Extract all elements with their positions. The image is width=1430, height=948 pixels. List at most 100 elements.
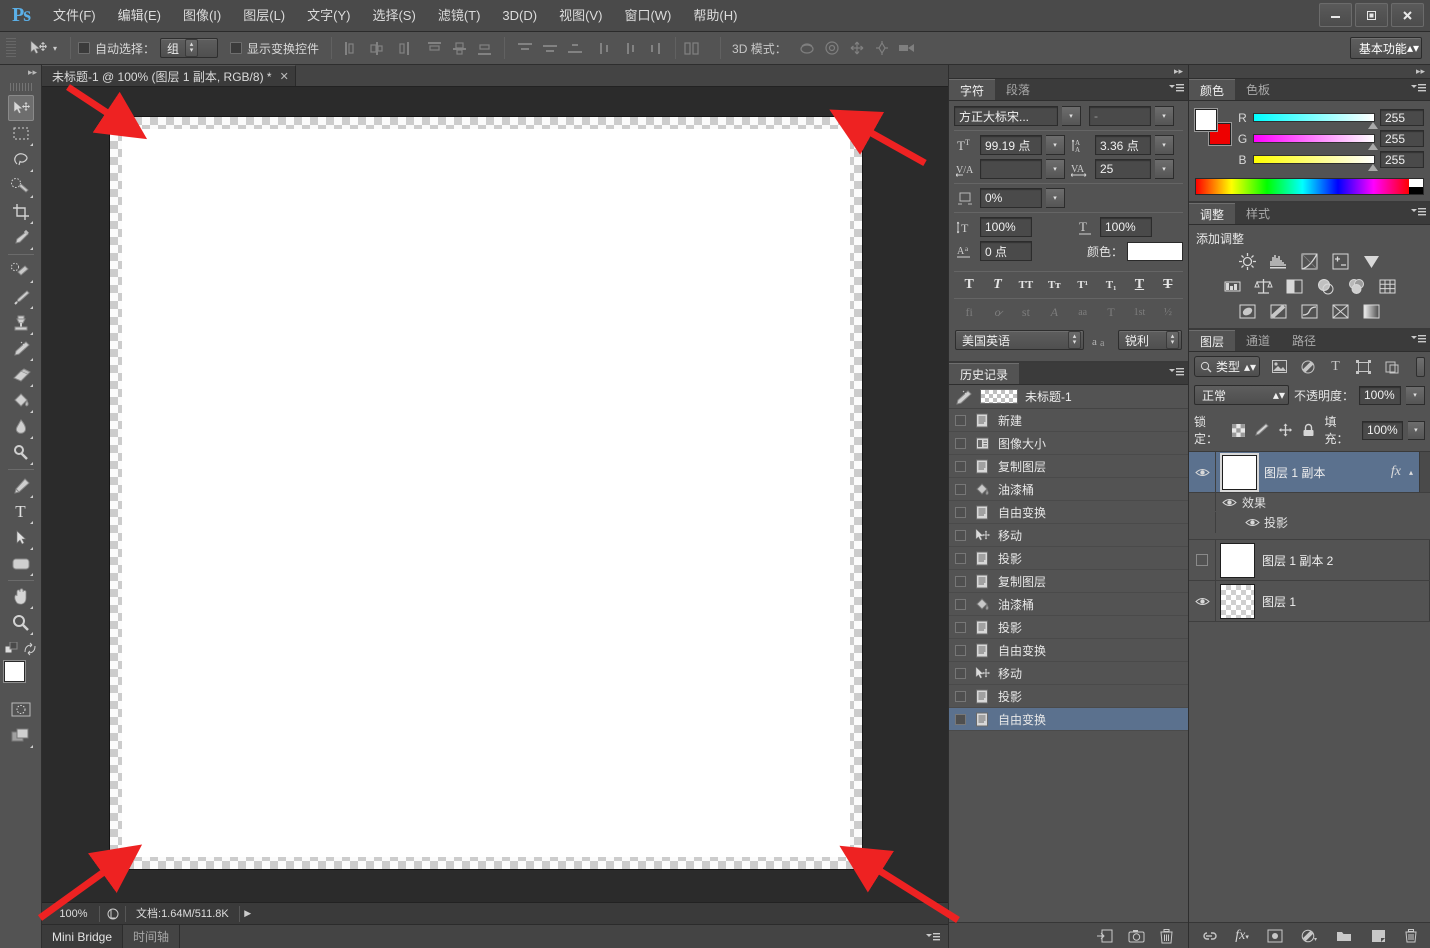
language-dropdown[interactable]: 美国英语 ▴ ▾ (955, 330, 1084, 350)
bottom-panel-menu[interactable] (180, 925, 948, 948)
invert-icon[interactable] (1237, 301, 1258, 322)
document-tab[interactable]: 未标题-1 @ 100% (图层 1 副本, RGB/8) * ✕ (42, 65, 296, 86)
align-left-edges-icon[interactable] (339, 37, 364, 59)
link-icon[interactable] (1201, 929, 1217, 943)
align-horizontal-centers-icon[interactable] (364, 37, 389, 59)
color-lookup-icon[interactable] (1377, 276, 1398, 297)
layer-visibility-toggle[interactable] (1189, 540, 1216, 580)
history-snapshot-checkbox[interactable] (955, 460, 966, 472)
eye-icon[interactable] (1216, 517, 1264, 528)
layer-effect-item[interactable]: 投影 (1189, 512, 1430, 534)
panel-menu-icon[interactable] (926, 932, 940, 942)
tsume-dropdown-icon[interactable]: ▾ (1046, 188, 1065, 208)
slider-thumb-icon[interactable] (1368, 122, 1378, 129)
default-colors-icon[interactable] (4, 642, 19, 656)
preview-arrow-icon[interactable] (100, 905, 126, 922)
kerning-field[interactable] (980, 159, 1042, 179)
distribute-left-edges-icon[interactable] (593, 37, 618, 59)
history-item[interactable]: 新建 (949, 409, 1188, 432)
history-item[interactable]: 移动 (949, 524, 1188, 547)
history-item[interactable]: 移动 (949, 662, 1188, 685)
history-snapshot-checkbox[interactable] (955, 690, 966, 702)
mask-icon[interactable] (1267, 929, 1283, 943)
menu-layer[interactable]: 图层(L) (232, 0, 296, 32)
vertical-scale-field[interactable]: 100% (980, 217, 1032, 237)
history-panel-menu-button[interactable] (1169, 367, 1184, 378)
tab-paragraph[interactable]: 段落 (995, 79, 1042, 100)
tsume-field[interactable]: 0% (980, 188, 1042, 208)
history-item[interactable]: 油漆桶 (949, 593, 1188, 616)
tool-type[interactable]: T (8, 499, 34, 525)
threshold-icon[interactable] (1299, 301, 1320, 322)
ordinals-button[interactable]: 1st (1128, 302, 1150, 322)
layer-name[interactable]: 图层 1 (1262, 593, 1429, 610)
tab-paths[interactable]: 路径 (1281, 330, 1328, 351)
font-style-dropdown-icon[interactable]: ▾ (1155, 106, 1174, 126)
history-snapshot-checkbox[interactable] (955, 644, 966, 656)
menu-view[interactable]: 视图(V) (548, 0, 613, 32)
history-item[interactable]: 自由变换 (949, 639, 1188, 662)
antialias-dropdown[interactable]: 锐利 ▴ ▾ (1118, 330, 1182, 350)
contextual-alternates-button[interactable]: o̷ (987, 302, 1009, 322)
kerning-dropdown-icon[interactable]: ▾ (1046, 159, 1065, 179)
layer-name[interactable]: 图层 1 副本 (1264, 464, 1391, 481)
fill-dropdown-icon[interactable]: ▾ (1407, 420, 1425, 440)
color-panel-foreground-swatch[interactable] (1195, 109, 1217, 131)
align-top-edges-icon[interactable] (422, 37, 447, 59)
black-white-icon[interactable] (1284, 276, 1305, 297)
history-source-row[interactable]: 未标题-1 (949, 385, 1188, 409)
foreground-color-swatch[interactable] (3, 661, 25, 682)
horizontal-scale-field[interactable]: 100% (1100, 217, 1152, 237)
text-color-swatch[interactable] (1127, 241, 1183, 261)
lock-all-icon[interactable] (1302, 423, 1315, 437)
tool-preset-picker[interactable]: ▾ (20, 37, 63, 59)
group-icon[interactable] (1336, 929, 1352, 943)
titling-alternates-button[interactable]: T (1100, 302, 1122, 322)
oldstyle-button[interactable]: aa (1072, 302, 1094, 322)
slider-thumb-icon[interactable] (1368, 164, 1378, 171)
history-snapshot-checkbox[interactable] (955, 529, 966, 541)
standard-ligatures-button[interactable]: fi (958, 302, 980, 322)
channel-slider-g[interactable] (1253, 134, 1378, 150)
new-document-icon[interactable] (1097, 928, 1114, 944)
delete-icon[interactable] (1159, 928, 1174, 944)
gradient-map-icon[interactable] (1361, 301, 1382, 322)
layer-visibility-toggle[interactable] (1189, 581, 1216, 621)
faux-bold-button[interactable]: T (958, 275, 980, 295)
auto-align-layers-icon[interactable] (683, 41, 713, 56)
history-item[interactable]: 复制图层 (949, 455, 1188, 478)
status-menu-arrow-icon[interactable]: ▶ (240, 908, 256, 919)
fractions-button[interactable]: ½ (1157, 302, 1179, 322)
slider-thumb-icon[interactable] (1368, 143, 1378, 150)
channel-value-b[interactable]: 255 (1380, 151, 1424, 168)
filter-smart-objects-icon[interactable] (1383, 358, 1400, 376)
baseline-shift-field[interactable]: 0 点 (980, 241, 1032, 261)
expand-effects-chevron-icon[interactable]: ▴ (1409, 468, 1413, 477)
history-snapshot-checkbox[interactable] (955, 506, 966, 518)
tool-pen[interactable] (8, 473, 34, 499)
channel-value-g[interactable]: 255 (1380, 130, 1424, 147)
hue-saturation-icon[interactable] (1222, 276, 1243, 297)
tab-channels[interactable]: 通道 (1235, 330, 1282, 351)
tab-history[interactable]: 历史记录 (949, 363, 1020, 384)
underline-button[interactable]: T (1128, 275, 1150, 295)
3d-scale-icon[interactable] (895, 37, 920, 59)
channel-value-r[interactable]: 255 (1380, 109, 1424, 126)
menu-type[interactable]: 文字(Y) (296, 0, 361, 32)
history-snapshot-checkbox[interactable] (955, 414, 966, 426)
color-panel-menu-button[interactable] (1411, 83, 1426, 94)
tool-spot-healing-brush[interactable] (8, 258, 34, 284)
tab-character[interactable]: 字符 (949, 79, 996, 100)
tool-eraser[interactable] (8, 362, 34, 388)
layer-thumbnail[interactable] (1222, 454, 1257, 490)
menu-image[interactable]: 图像(I) (172, 0, 232, 32)
distribute-vertical-centers-icon[interactable] (537, 37, 562, 59)
spectrum-gradient[interactable] (1196, 179, 1409, 194)
zoom-level-field[interactable]: 100% (48, 905, 100, 922)
distribute-horizontal-centers-icon[interactable] (618, 37, 643, 59)
3d-rotate-icon[interactable] (795, 37, 820, 59)
dock-collapse-button-middle[interactable]: ▸▸ (949, 65, 1188, 79)
delete-icon[interactable] (1404, 928, 1418, 943)
history-item[interactable]: 复制图层 (949, 570, 1188, 593)
tool-zoom[interactable] (8, 610, 34, 636)
